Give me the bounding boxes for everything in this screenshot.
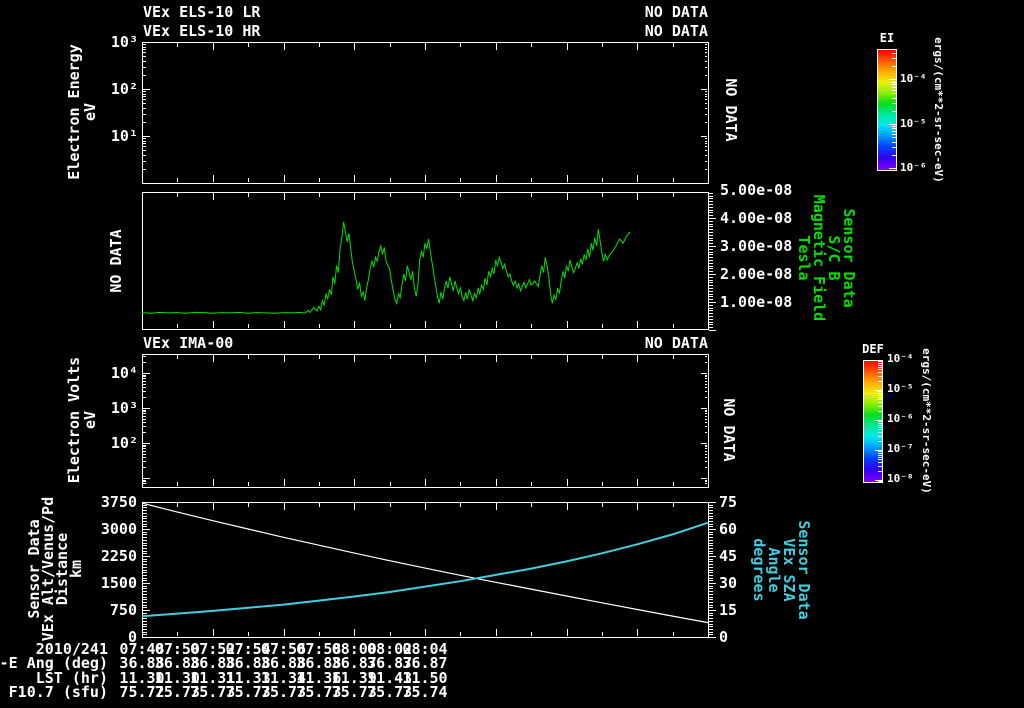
panel3-frame [142,354,709,488]
panel4-left-tick-label: 1500 [100,574,137,592]
panel1-ylabel: Electron Energy [65,44,83,180]
panel2-right-tick-label: 3.00e-08 [720,237,793,255]
data-traces [141,221,709,624]
def-colorbar-tick-label: 10⁻⁴ [887,352,914,365]
panel1-ytick-label: 10¹ [110,127,138,145]
panel1-frame [142,42,709,184]
bfield-axis-label: Tesla [795,235,813,281]
bfield-trace [141,221,631,314]
bfield-axis-label: S/C B [825,235,843,281]
table-cell: 75.74 [402,683,448,701]
panel4-left-axis-label: km [67,559,85,579]
panel1-nodata-lr: NO DATA [644,3,708,21]
def-colorbar-tick-label: 10⁻⁵ [887,382,914,395]
def-colorbar-unit: ergs/(cm**2-sr-sec-eV) [920,348,933,494]
panel3-title: VEx IMA-00 [143,334,234,352]
bfield-axis-label: Sensor Data [840,208,858,308]
panel2-frame [142,192,709,330]
def-colorbar-tick-label: 10⁻⁷ [887,442,914,455]
sza-trace [141,521,709,618]
panel4-left-tick-label: 3750 [100,493,137,511]
ei-colorbar-bar [877,49,897,171]
panel1-yunit: eV [81,102,99,122]
panel4-right-tick-label: 30 [719,574,738,592]
panel3-nodata-overlay: NO DATA [720,398,738,462]
def-colorbar-title: DEF [862,342,884,356]
panel3-ytick-label: 10⁴ [110,364,138,382]
ei-colorbar-unit: ergs/(cm**2-sr-sec-eV) [932,37,945,183]
panel4-right-tick-label: 45 [719,547,738,565]
panel4-left-tick-label: 750 [109,601,137,619]
altitude-trace [141,502,709,624]
panel4-right-tick-label: 0 [719,628,729,646]
bfield-axis-label: Magnetic Field [810,194,828,322]
ei-colorbar-tick-label: 10⁻⁵ [900,117,927,130]
panel2-right-tick-label: 1.00e-08 [720,293,793,311]
sza-axis-label: degrees [750,538,768,602]
panel1-ytick-label: 10² [110,80,138,98]
panel2-right-tick-label: 2.00e-08 [720,265,793,283]
panel1-title-hr: VEx ELS-10 HR [143,22,261,40]
def-colorbar-tick-label: 10⁻⁶ [887,412,914,425]
panel2-nodata-overlay: NO DATA [107,229,125,293]
panel4-right-tick-label: 75 [719,493,738,511]
plot-screen: VEx ELS-10 LR VEx ELS-10 HR NO DATA NO D… [0,0,1024,708]
ei-colorbar-tick-label: 10⁻⁶ [900,161,927,174]
panel3-yunit: eV [81,410,99,430]
sza-axis-label: VEx SZA [780,538,798,602]
panel1-title-lr: VEx ELS-10 LR [143,3,261,21]
panel1-ytick-label: 10³ [110,33,138,51]
ei-colorbar-tick-label: 10⁻⁴ [900,72,927,85]
def-colorbar-tick-label: 10⁻⁸ [887,472,914,485]
panel4-right-tick-label: 15 [719,601,738,619]
sza-axis-label: Sensor Data [795,520,813,620]
panel4-frame [142,502,709,638]
panel4-left-tick-label: 3000 [100,520,137,538]
ei-colorbar-title: EI [879,31,895,45]
panel4-left-tick-label: 2250 [100,547,137,565]
panel3-ytick-label: 10² [110,434,138,452]
panel2-right-tick-label: 5.00e-08 [720,181,793,199]
panel3-ylabel: Electron Volts [65,356,83,484]
panel4-right-tick-label: 60 [719,520,738,538]
panel2-right-tick-label: 4.00e-08 [720,209,793,227]
panel1-nodata-overlay: NO DATA [722,78,740,142]
panel3-nodata: NO DATA [644,334,708,352]
panel3-ytick-label: 10³ [110,399,138,417]
panel1-nodata-hr: NO DATA [644,22,708,40]
row-label-f107: F10.7 (sfu) [8,683,108,701]
sza-axis-label: Angle [765,547,783,593]
